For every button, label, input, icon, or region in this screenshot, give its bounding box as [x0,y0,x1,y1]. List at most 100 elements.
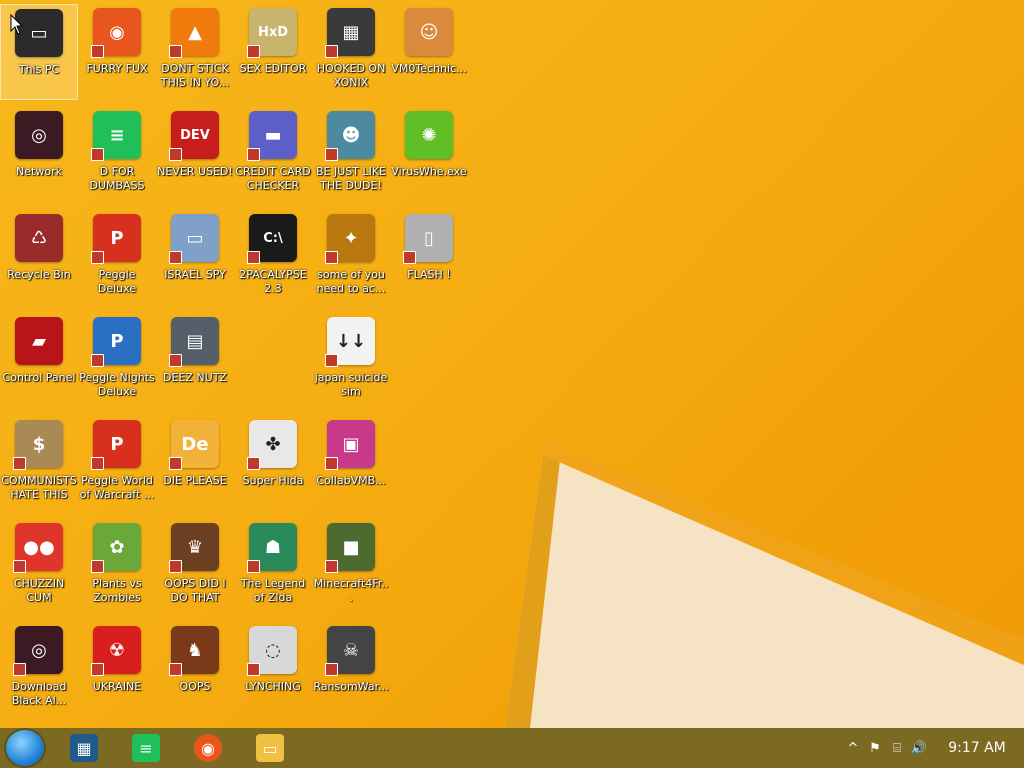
app-icon: ▬ [247,111,297,161]
action-center-flag-icon[interactable]: ⚑ [864,728,886,768]
app-icon-glyph: ✤ [265,433,281,455]
desktop-icon-die-please[interactable]: De DIE PLEASE [156,416,234,512]
app-icon: $ [13,420,63,470]
app-icon-glyph: ✦ [343,227,359,249]
desktop-icon-label: japan suicide sim [314,371,388,398]
system-tray: ^ ⚑ ⌸ 🔊 9:17 AM [842,728,1024,768]
desktop-icon-label: The Legend of Zlda [240,577,306,604]
task-view-icon: ▦ [70,734,98,762]
app-icon-glyph: ▭ [186,227,204,249]
desktop-icon-lynching[interactable]: ◌ LYNCHING [234,622,312,718]
desktop-icon-chuzzin-cum[interactable]: ●● CHUZZIN CUM [0,519,78,615]
desktop-icon-deez-nutz[interactable]: ▤ DEEZ NUTZ [156,313,234,409]
desktop-icon-2pacalypse-2-3[interactable]: C:\ 2PACALYPSE 2.3 [234,210,312,306]
app-icon: HxD [247,8,297,58]
desktop-icon-japan-suicide-sim[interactable]: ↓↓ japan suicide sim [312,313,390,409]
app-icon: P [91,420,141,470]
app-icon-glyph: ◉ [109,21,125,43]
shortcut-arrow-icon [91,663,104,676]
app-icon: ☺ [405,8,453,56]
app-icon: ☠ [325,626,375,676]
shortcut-arrow-icon [169,457,182,470]
desktop-icon-communists-hate-this-g[interactable]: $ COMMUNISTS HATE THIS G... [0,416,78,512]
app-icon: ☻ [325,111,375,161]
taskbar: ▦ ≡ ◉ ▭ ^ ⚑ ⌸ 🔊 9:17 AM [0,728,1024,768]
desktop-icon-control-panel[interactable]: ▰ Control Panel [0,313,78,409]
shortcut-arrow-icon [247,45,260,58]
desktop[interactable]: ▭ This PC ◉ FURRY FUX ▲ DONT STICK THIS IN YO… [0,0,1024,728]
desktop-icon-label: OOPS [179,680,211,693]
desktop-icon-label: Download Black Al... [11,680,67,707]
shortcut-arrow-icon [91,251,104,264]
desktop-icon-be-just-like-the-dude[interactable]: ☻ BE JUST LIKE THE DUDE! [312,107,390,203]
app-icon-glyph: ▯ [424,227,434,249]
desktop-icon-flash[interactable]: ▯ FLASH ! [390,210,468,306]
shortcut-arrow-icon [91,560,104,573]
app-icon: ▭ [169,214,219,264]
app-icon-glyph: ▲ [188,21,202,43]
desktop-icon-peggle-deluxe[interactable]: P Peggle Deluxe [78,210,156,306]
app-icon-glyph: ▬ [264,124,282,146]
desktop-icon-label: Peggle Deluxe [97,268,137,295]
network-icon[interactable]: ⌸ [886,728,908,768]
desktop-icon-peggle-world-of-warcraft[interactable]: P Peggle World of Warcraft ... [78,416,156,512]
desktop-icon-label: CHUZZIN CUM [13,577,65,604]
desktop-icon-israel-spy[interactable]: ▭ ISRAEL SPY [156,210,234,306]
app-icon: C:\ [247,214,297,264]
app-icon-glyph: ◎ [31,639,47,661]
shortcut-arrow-icon [247,457,260,470]
desktop-icon-download-black-al[interactable]: ◎ Download Black Al... [0,622,78,718]
shortcut-arrow-icon [169,663,182,676]
app-icon-glyph: ▭ [30,22,48,44]
desktop-icon-ransomwar[interactable]: ☠ RansomWar... [312,622,390,718]
desktop-icon-oops[interactable]: ♞ OOPS [156,622,234,718]
desktop-icon-recycle-bin[interactable]: ♺ Recycle Bin [0,210,78,306]
app-icon-glyph: ☺ [419,21,439,43]
desktop-icon-ukraine[interactable]: ☢ UKRAINE [78,622,156,718]
desktop-icon-label: COMMUNISTS HATE THIS G... [1,474,77,501]
desktop-icon-plants-vs-zombies[interactable]: ✿ Plants vs Zombies [78,519,156,615]
desktop-icon-label: Peggle World of Warcraft ... [79,474,155,501]
app-icon: ▲ [169,8,219,58]
taskbar-file-explorer-button[interactable]: ▭ [254,732,286,764]
desktop-icon-label: UKRAINE [92,680,142,693]
taskbar-firefox-button[interactable]: ◉ [192,732,224,764]
desktop-icon-dont-stick-this-in-yo[interactable]: ▲ DONT STICK THIS IN YO... [156,4,234,100]
desktop-icon-label: Network [16,165,62,178]
desktop-icon-oops-did-i-do-that[interactable]: ♛ OOPS DID I DO THAT [156,519,234,615]
desktop-icon-some-of-you-need-to-ac[interactable]: ✦ some of you need to ac... [312,210,390,306]
desktop-icon-minecraft4fr[interactable]: ■ Minecraft4Fr... [312,519,390,615]
app-icon-glyph: ☢ [108,639,126,661]
desktop-icon-collabvmb[interactable]: ▣ CollabVMB... [312,416,390,512]
desktop-icon-label: LYNCHING [245,680,301,693]
shortcut-arrow-icon [325,457,338,470]
desktop-icon-furry-fux[interactable]: ◉ FURRY FUX [78,4,156,100]
clock[interactable]: 9:17 AM [930,740,1024,756]
shortcut-arrow-icon [403,251,416,264]
desktop-icon-d-for-dumbass[interactable]: ≡ D FOR DUMBASS [78,107,156,203]
desktop-icon-label: This PC [18,63,60,76]
show-hidden-icons-chevron-icon[interactable]: ^ [842,728,864,768]
desktop-icon-sex-editor[interactable]: HxD SEX EDITOR [234,4,312,100]
desktop-icon-viruswhe-exe[interactable]: ✺ VirusWhe.exe [390,107,468,203]
shortcut-arrow-icon [325,148,338,161]
shortcut-arrow-icon [13,457,26,470]
start-button[interactable] [6,730,44,766]
taskbar-task-view-button[interactable]: ▦ [68,732,100,764]
app-icon: ◎ [15,111,63,159]
desktop-icon-label: BE JUST LIKE THE DUDE! [315,165,387,192]
desktop-icon-hooked-on-xonix[interactable]: ▦ HOOKED ON XONIX [312,4,390,100]
volume-icon[interactable]: 🔊 [908,728,930,768]
app-icon-glyph: ▤ [186,330,204,352]
taskbar-green-app-button[interactable]: ≡ [130,732,162,764]
desktop-icon-credit-card-checker[interactable]: ▬ CREDIT CARD CHECKER [234,107,312,203]
desktop-icon-never-used[interactable]: DEV NEVER USED! [156,107,234,203]
desktop-icon-vm0technic[interactable]: ☺ VM0Technic... [390,4,468,100]
desktop-icon-network[interactable]: ◎ Network [0,107,78,203]
desktop-icon-the-legend-of-zlda[interactable]: ☗ The Legend of Zlda [234,519,312,615]
desktop-icon-label: D FOR DUMBASS [89,165,145,192]
desktop-icon-label: OOPS DID I DO THAT [164,577,226,604]
app-icon: ▣ [325,420,375,470]
desktop-icon-super-hida[interactable]: ✤ Super Hida [234,416,312,512]
desktop-icon-peggle-nights-deluxe[interactable]: P Peggle Nights Deluxe [78,313,156,409]
